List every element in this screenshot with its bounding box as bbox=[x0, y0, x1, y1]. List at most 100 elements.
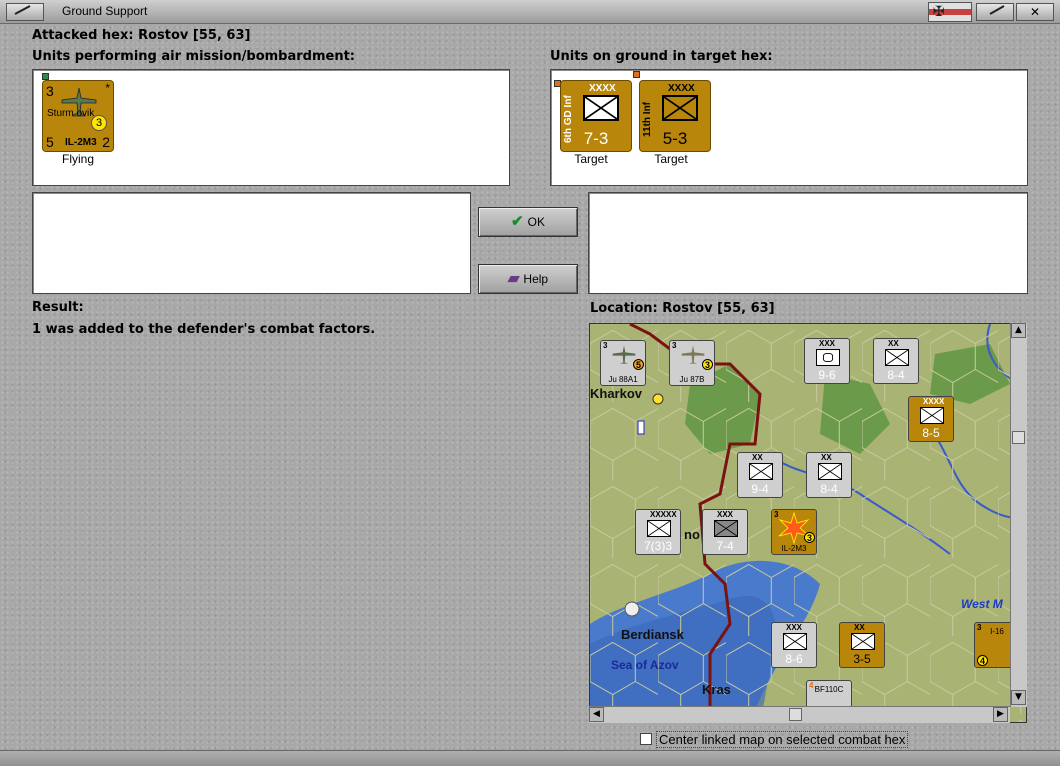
unit-size: XXXX bbox=[923, 397, 945, 406]
ready-indicator-icon bbox=[42, 73, 49, 80]
center-map-checkbox[interactable] bbox=[640, 733, 652, 745]
ground-unit-counter-2[interactable]: 11th Inf XXXX 5-3 bbox=[639, 80, 711, 152]
map-label-no: no bbox=[684, 527, 700, 542]
location-label: Location: Rostov [55, 63] bbox=[590, 301, 775, 316]
title-bar: Ground Support ✠ ✕ bbox=[0, 0, 1060, 24]
unit-size: XXXX bbox=[589, 83, 616, 94]
unit-size: XXX bbox=[819, 339, 836, 348]
unit-size: XX bbox=[752, 453, 763, 462]
ground-support-window: Ground Support ✠ ✕ Attacked hex: Rostov … bbox=[0, 0, 1060, 766]
scroll-right-arrow-icon[interactable]: ▶ bbox=[993, 707, 1008, 722]
mission-badge: 5 bbox=[633, 359, 644, 370]
counter-top-left-value: 3 bbox=[46, 83, 54, 99]
counter-star: * bbox=[105, 81, 110, 95]
window-title: Ground Support bbox=[62, 4, 148, 18]
infantry-symbol-icon bbox=[647, 520, 671, 537]
infantry-symbol-icon bbox=[818, 463, 842, 480]
result-label: Result: bbox=[32, 300, 84, 315]
defender-details-panel bbox=[588, 192, 1028, 294]
status-bar bbox=[0, 750, 1060, 766]
map-ground-unit[interactable]: XX 8-4 bbox=[806, 452, 852, 498]
iron-cross-icon: ✠ bbox=[933, 4, 945, 20]
map-ground-unit[interactable]: XXX 7-4 bbox=[702, 509, 748, 555]
system-menu-icon bbox=[14, 5, 31, 15]
aircraft-model: IL-2M3 bbox=[781, 544, 807, 553]
attackers-label: Units performing air mission/bombardment… bbox=[32, 49, 356, 64]
air-unit-counter[interactable]: 3 * Sturm ovik 3 5 IL-2M3 2 bbox=[42, 80, 114, 152]
infantry-symbol-icon bbox=[920, 407, 944, 424]
horizontal-scroll-thumb[interactable] bbox=[789, 708, 802, 721]
unit-strength: 7(3)3 bbox=[643, 539, 672, 553]
map-label-sea-of-azov: Sea of Azov bbox=[611, 658, 679, 672]
vertical-scroll-thumb[interactable] bbox=[1012, 431, 1025, 444]
unit-symbol-icon bbox=[783, 633, 807, 650]
unit-size: XX bbox=[888, 339, 899, 348]
infantry-symbol-icon bbox=[583, 95, 619, 121]
unit-size: XXX bbox=[786, 623, 803, 632]
map-air-unit-ju87[interactable]: 3 Ju 87B 3 bbox=[669, 340, 715, 386]
unit-strength: 8-5 bbox=[922, 426, 940, 440]
map-ground-unit[interactable]: XXXXX 7(3)3 bbox=[635, 509, 681, 555]
system-menu-button[interactable] bbox=[6, 3, 44, 21]
counter-bottom-left-value: 5 bbox=[46, 134, 54, 150]
scroll-down-arrow-icon[interactable]: ▼ bbox=[1011, 690, 1026, 705]
aircraft-model: Ju 88A1 bbox=[608, 375, 638, 384]
unit-strength: 8-6 bbox=[785, 652, 803, 666]
aircraft-model: BF110C bbox=[814, 685, 844, 694]
ground-unit-counter-1[interactable]: 6th GD Inf XXXX 7-3 bbox=[560, 80, 632, 152]
map-horizontal-scrollbar[interactable]: ◀ ▶ bbox=[589, 706, 1010, 723]
restore-button[interactable] bbox=[976, 3, 1014, 21]
attacked-hex-label: Attacked hex: Rostov [55, 63] bbox=[32, 28, 251, 43]
infantry-symbol-icon bbox=[851, 633, 875, 650]
unit-size: XXXX bbox=[668, 83, 695, 94]
defenders-panel: 6th GD Inf XXXX 7-3 Target 11th Inf XXXX… bbox=[550, 69, 1028, 186]
map-label-berdiansk: Berdiansk bbox=[621, 627, 684, 642]
close-button[interactable]: ✕ bbox=[1016, 3, 1054, 21]
faction-flag-icon: ✠ bbox=[928, 2, 972, 22]
mission-badge: 3 bbox=[804, 532, 815, 543]
defender-caption-2: Target bbox=[654, 152, 688, 166]
unit-strength: 8-4 bbox=[820, 482, 838, 496]
unit-strength: 3-5 bbox=[853, 652, 871, 666]
map-label-kras: Kras bbox=[702, 682, 731, 697]
map-ground-unit[interactable]: XXX 8-6 bbox=[771, 622, 817, 668]
map-ground-unit[interactable]: XX 8-4 bbox=[873, 338, 919, 384]
mission-badge: 3 bbox=[702, 359, 713, 370]
infantry-symbol-icon bbox=[714, 520, 738, 537]
unit-value: 3 bbox=[672, 341, 677, 350]
unit-strength: 9-6 bbox=[818, 368, 836, 382]
unit-size: XXX bbox=[717, 510, 734, 519]
aircraft-model: Ju 87B bbox=[679, 375, 705, 384]
unit-value: 3 bbox=[603, 341, 608, 350]
close-icon: ✕ bbox=[1029, 5, 1041, 19]
map-ground-unit[interactable]: XXXX 8-5 bbox=[908, 396, 954, 442]
unit-strength: 8-4 bbox=[887, 368, 905, 382]
aircraft-model: IL-2M3 bbox=[65, 137, 97, 148]
unit-strength: 9-4 bbox=[751, 482, 769, 496]
unit-strength: 7-3 bbox=[583, 129, 609, 148]
infantry-symbol-icon bbox=[662, 95, 698, 121]
location-map[interactable]: Kharkov Berdiansk Sea of Azov Kras West … bbox=[589, 323, 1027, 723]
unit-size: XX bbox=[821, 453, 832, 462]
map-air-unit-ju88[interactable]: 3 Ju 88A1 5 bbox=[600, 340, 646, 386]
unit-size: XXXXX bbox=[650, 510, 677, 519]
scroll-up-arrow-icon[interactable]: ▲ bbox=[1011, 323, 1026, 338]
scroll-left-arrow-icon[interactable]: ◀ bbox=[589, 707, 604, 722]
map-ground-unit[interactable]: XXX 9-6 bbox=[804, 338, 850, 384]
help-button[interactable]: ▰ Help bbox=[478, 264, 578, 294]
map-vertical-scrollbar[interactable]: ▲ ▼ bbox=[1010, 323, 1027, 707]
infantry-symbol-icon bbox=[749, 463, 773, 480]
ok-button[interactable]: ✔ OK bbox=[478, 207, 578, 237]
map-ground-unit[interactable]: XX 9-4 bbox=[737, 452, 783, 498]
map-ground-unit[interactable]: XX 3-5 bbox=[839, 622, 885, 668]
restore-icon bbox=[989, 5, 1005, 15]
center-map-label[interactable]: Center linked map on selected combat hex bbox=[656, 731, 909, 748]
checkmark-icon: ✔ bbox=[511, 213, 524, 230]
defenders-label: Units on ground in target hex: bbox=[550, 49, 773, 64]
help-book-icon: ▰ bbox=[507, 270, 520, 287]
attacker-caption: Flying bbox=[61, 152, 94, 166]
mission-badge: 4 bbox=[977, 655, 988, 666]
aircraft-name: Sturm ovik bbox=[47, 108, 95, 119]
unit-strength: 7-4 bbox=[716, 539, 734, 553]
map-combat-target-unit[interactable]: 3 IL-2M3 3 bbox=[771, 509, 817, 555]
